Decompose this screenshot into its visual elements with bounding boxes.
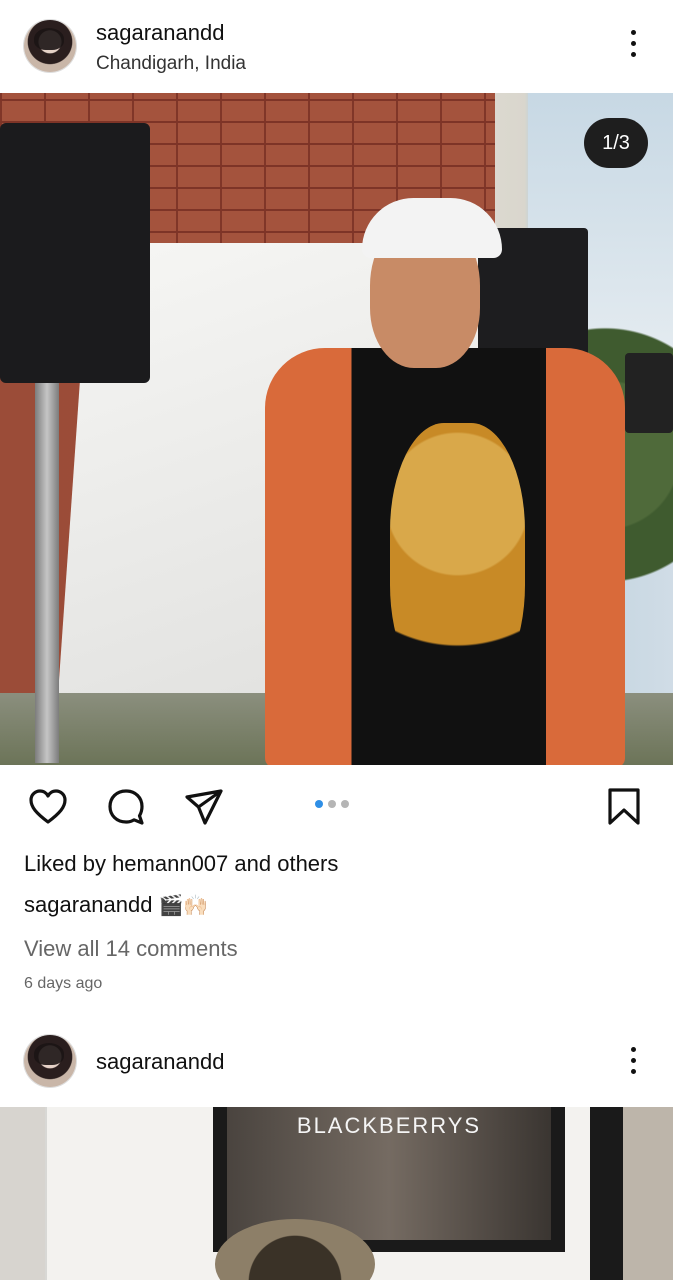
avatar[interactable] xyxy=(24,1035,76,1087)
post-username[interactable]: sagaranandd xyxy=(96,20,224,46)
heart-icon[interactable] xyxy=(27,786,69,828)
post-caption: sagaranandd 🎬🙌🏻 xyxy=(24,892,208,918)
post-image[interactable]: 1/3 xyxy=(0,93,673,765)
likes-summary[interactable]: Liked by hemann007 and others xyxy=(24,851,338,877)
bookmark-icon[interactable] xyxy=(603,786,645,828)
more-options-icon[interactable] xyxy=(621,1047,645,1081)
post-username[interactable]: sagaranandd xyxy=(96,1049,224,1075)
post-timestamp: 6 days ago xyxy=(24,975,103,992)
comment-icon[interactable] xyxy=(105,786,147,828)
liked-by-username[interactable]: hemann007 xyxy=(112,851,228,876)
caption-username[interactable]: sagaranandd xyxy=(24,892,152,917)
carousel-dot xyxy=(328,800,336,808)
post-header: sagaranandd xyxy=(0,1015,673,1107)
view-comments-link[interactable]: View all 14 comments xyxy=(24,936,238,962)
likes-prefix: Liked by xyxy=(24,851,113,876)
post-image[interactable]: BLACKBERRYS xyxy=(0,1107,673,1280)
caption-emoji: 🎬🙌🏻 xyxy=(158,895,209,917)
post-action-bar xyxy=(0,766,673,844)
carousel-indicator xyxy=(315,800,349,808)
likes-others[interactable]: others xyxy=(277,851,338,876)
share-icon[interactable] xyxy=(183,786,225,828)
more-options-icon[interactable] xyxy=(621,30,645,64)
post-header: sagaranandd Chandigarh, India xyxy=(0,0,673,92)
carousel-dot xyxy=(315,800,323,808)
photo-sign-text: BLACKBERRYS xyxy=(296,1113,482,1138)
avatar[interactable] xyxy=(24,20,76,72)
post-location[interactable]: Chandigarh, India xyxy=(96,53,246,75)
carousel-dot xyxy=(341,800,349,808)
likes-middle: and xyxy=(228,851,278,876)
carousel-page-counter: 1/3 xyxy=(584,118,648,168)
